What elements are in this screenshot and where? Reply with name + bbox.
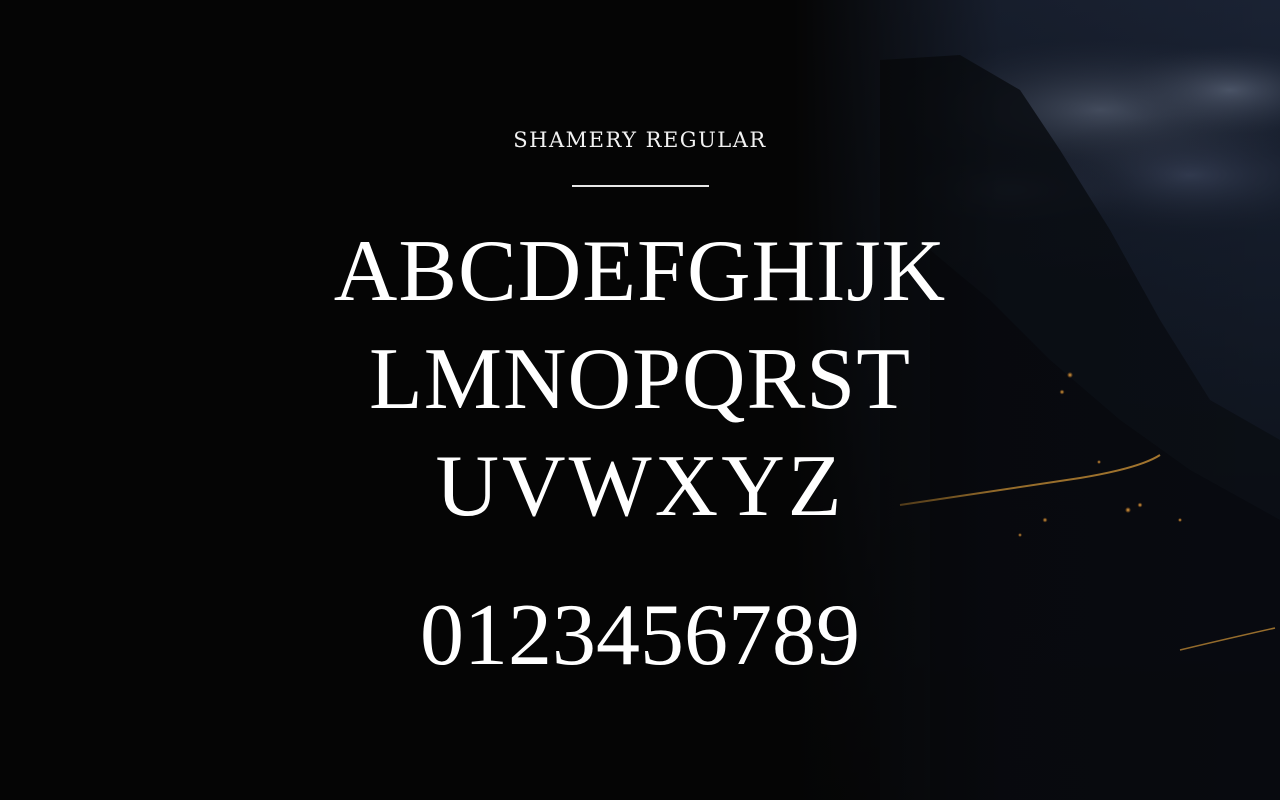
uppercase-row-3: UVWXYZ (435, 438, 845, 535)
specimen-content: SHAMERY REGULAR ABCDEFGHIJK LMNOPQRST UV… (0, 0, 1280, 800)
font-specimen-canvas: SHAMERY REGULAR ABCDEFGHIJK LMNOPQRST UV… (0, 0, 1280, 800)
uppercase-row-1: ABCDEFGHIJK (333, 223, 947, 320)
digits-row: 0123456789 (420, 587, 860, 684)
font-name-title: SHAMERY REGULAR (513, 128, 767, 152)
uppercase-row-2: LMNOPQRST (369, 331, 911, 428)
title-divider (572, 185, 709, 187)
